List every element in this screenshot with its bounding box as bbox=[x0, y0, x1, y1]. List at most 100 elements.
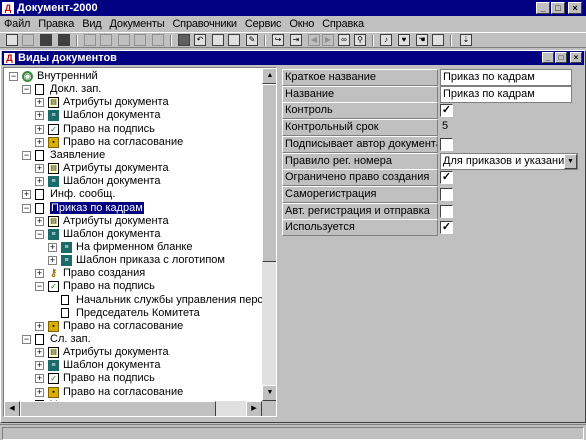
toolbar-separator bbox=[372, 35, 374, 46]
expand-toggle[interactable]: + bbox=[35, 348, 44, 358]
hand-icon[interactable]: ☚ bbox=[416, 34, 428, 46]
minimize-button[interactable]: _ bbox=[536, 2, 550, 14]
scroll-up-button[interactable]: ▲ bbox=[262, 68, 276, 84]
heart-icon[interactable]: ♥ bbox=[398, 34, 410, 46]
expand-toggle[interactable]: + bbox=[35, 98, 44, 108]
new-icon[interactable] bbox=[6, 34, 18, 46]
dropdown-arrow-icon[interactable]: ▼ bbox=[564, 153, 577, 169]
expand-toggle[interactable]: + bbox=[35, 216, 44, 226]
property-checkbox[interactable]: ✓ bbox=[440, 104, 453, 118]
property-field[interactable]: 5 bbox=[440, 119, 572, 137]
save-icon[interactable] bbox=[58, 34, 70, 46]
cut-icon[interactable] bbox=[84, 34, 96, 46]
expand-toggle[interactable]: + bbox=[35, 137, 44, 147]
template-icon: ≡ bbox=[61, 255, 72, 267]
scroll-down-button[interactable]: ▼ bbox=[262, 385, 276, 401]
paste-icon[interactable] bbox=[118, 34, 130, 46]
status-bar bbox=[0, 424, 586, 440]
approval-icon: ▪ bbox=[48, 136, 59, 148]
property-field[interactable]: Приказ по кадрам bbox=[440, 85, 572, 103]
expand-toggle[interactable]: + bbox=[35, 321, 44, 331]
menu-view[interactable]: Вид bbox=[78, 18, 105, 30]
find-next-icon[interactable]: ⚲ bbox=[354, 34, 366, 46]
exit-icon[interactable]: ⇣ bbox=[460, 34, 472, 46]
property-checkbox[interactable]: ✓ bbox=[440, 171, 453, 185]
app-icon[interactable]: Д bbox=[2, 2, 14, 14]
next-icon[interactable]: ▶ bbox=[322, 34, 334, 46]
jump-icon[interactable]: ↪ bbox=[272, 34, 284, 46]
child-close-button[interactable]: × bbox=[570, 52, 582, 63]
attributes-icon: ▤ bbox=[48, 163, 59, 175]
window-icon[interactable]: Д bbox=[4, 52, 15, 64]
tree-vertical-scrollbar[interactable]: ▲ ▼ bbox=[262, 68, 276, 401]
menu-references[interactable]: Справочники bbox=[168, 18, 240, 30]
tree-node-label: Право на согласование bbox=[63, 319, 184, 332]
delete-icon[interactable] bbox=[40, 34, 52, 46]
tree-node-label: Шаблон документа bbox=[63, 227, 161, 240]
collapse-toggle[interactable]: − bbox=[35, 229, 44, 239]
menu-service[interactable]: Сервис bbox=[241, 18, 285, 30]
vertical-scroll-thumb[interactable] bbox=[262, 84, 276, 262]
close-button[interactable]: × bbox=[568, 2, 582, 14]
menu-help[interactable]: Справка bbox=[318, 18, 368, 30]
child-maximize-button[interactable]: □ bbox=[555, 52, 567, 63]
menu-documents[interactable]: Документы bbox=[106, 18, 169, 30]
menu-window[interactable]: Окно bbox=[285, 18, 318, 30]
horizontal-scroll-thumb[interactable] bbox=[20, 401, 216, 416]
property-checkbox[interactable] bbox=[440, 137, 453, 151]
expand-toggle[interactable]: + bbox=[22, 190, 31, 200]
collapse-toggle[interactable]: − bbox=[9, 72, 18, 81]
tree-node-label: Атрибуты документа bbox=[63, 162, 169, 175]
expand-toggle[interactable]: + bbox=[48, 256, 57, 266]
document-icon bbox=[35, 189, 44, 201]
tree-horizontal-scrollbar[interactable]: ◀ ▶ bbox=[4, 401, 262, 416]
property-label: Саморегистрация bbox=[282, 185, 438, 203]
expand-toggle[interactable]: + bbox=[35, 374, 44, 384]
property-checkbox[interactable] bbox=[440, 204, 453, 218]
property-row: Название Приказ по кадрам bbox=[282, 85, 584, 103]
collapse-toggle[interactable]: − bbox=[22, 150, 31, 160]
expand-toggle[interactable]: + bbox=[35, 269, 44, 279]
trash-icon[interactable] bbox=[432, 34, 444, 46]
scroll-left-button[interactable]: ◀ bbox=[4, 401, 20, 416]
toolbar-separator bbox=[450, 35, 452, 46]
page-icon bbox=[61, 307, 69, 318]
collapse-toggle[interactable]: − bbox=[22, 335, 31, 344]
property-checkbox[interactable] bbox=[440, 187, 453, 201]
collapse-toggle[interactable]: − bbox=[22, 85, 31, 95]
goto-icon[interactable]: ⇥ bbox=[290, 34, 302, 46]
edit-icon[interactable]: ✎ bbox=[246, 34, 258, 46]
mail-icon[interactable] bbox=[152, 34, 164, 46]
document-type-tree[interactable]: − ◉ Внутренний − Докл. зап. + ▤ Атрибуты докуме… bbox=[3, 67, 277, 417]
collapse-toggle[interactable]: − bbox=[35, 282, 44, 292]
find-icon[interactable]: ∞ bbox=[338, 34, 350, 46]
approval-icon: ▪ bbox=[48, 386, 59, 398]
scroll-right-button[interactable]: ▶ bbox=[246, 401, 262, 416]
copy-node-icon[interactable] bbox=[212, 34, 224, 46]
menu-edit[interactable]: Правка bbox=[34, 18, 78, 30]
tree-view[interactable]: − ◉ Внутренний − Докл. зап. + ▤ Атрибуты докуме… bbox=[4, 68, 262, 401]
copy-icon[interactable] bbox=[100, 34, 112, 46]
expand-toggle[interactable]: + bbox=[48, 242, 57, 252]
expand-toggle[interactable]: + bbox=[35, 387, 44, 397]
undo-icon[interactable]: ↶ bbox=[194, 34, 206, 46]
property-field[interactable]: Приказ по кадрам bbox=[440, 69, 572, 86]
expand-toggle[interactable]: + bbox=[35, 361, 44, 371]
property-checkbox[interactable]: ✓ bbox=[440, 221, 453, 235]
properties-icon[interactable] bbox=[134, 34, 146, 46]
open-icon[interactable] bbox=[22, 34, 34, 46]
menu-file[interactable]: Файл bbox=[0, 18, 34, 30]
property-label: Контроль bbox=[282, 102, 438, 120]
expand-toggle[interactable]: + bbox=[35, 124, 44, 134]
collapse-toggle[interactable]: − bbox=[22, 203, 31, 213]
expand-toggle[interactable]: + bbox=[35, 164, 44, 174]
move-node-icon[interactable] bbox=[228, 34, 240, 46]
sound-icon[interactable]: ♪ bbox=[380, 34, 392, 46]
child-minimize-button[interactable]: _ bbox=[542, 52, 554, 63]
expand-toggle[interactable]: + bbox=[35, 111, 44, 121]
print-icon[interactable] bbox=[178, 34, 190, 46]
property-dropdown[interactable]: Для приказов и указаний ▼ bbox=[440, 152, 578, 170]
maximize-button[interactable]: □ bbox=[551, 2, 565, 14]
prev-icon[interactable]: ◀ bbox=[308, 34, 320, 46]
expand-toggle[interactable]: + bbox=[35, 177, 44, 187]
